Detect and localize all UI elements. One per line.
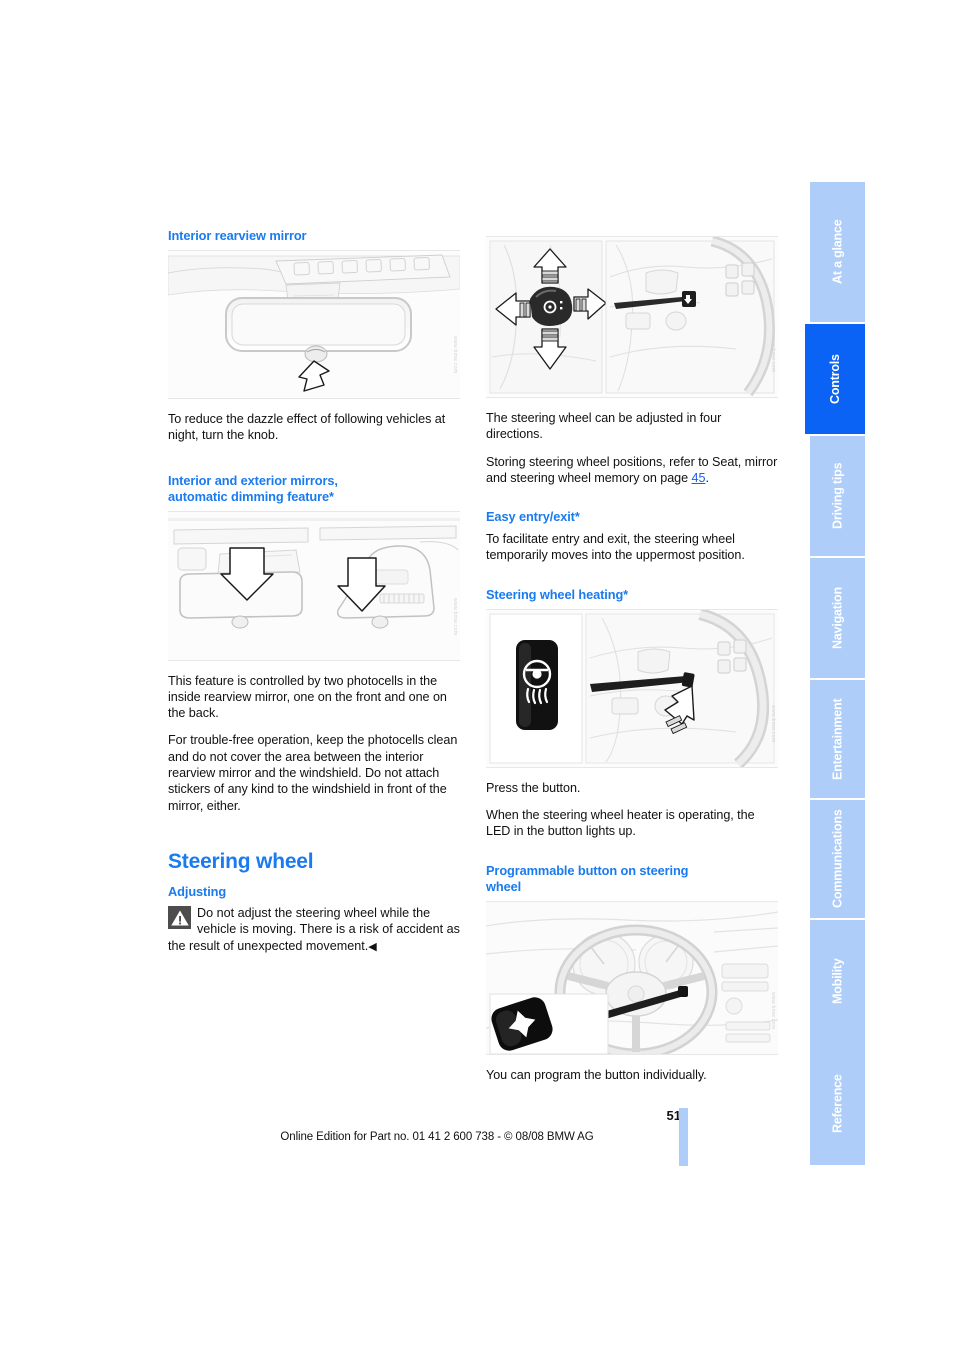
paragraph-rearview-mirror: To reduce the dazzle effect of following… bbox=[168, 411, 446, 443]
figure-interior-rearview-mirror: www.bmw.com bbox=[168, 249, 460, 399]
paragraph-adjust-directions: The steering wheel can be adjusted in fo… bbox=[486, 411, 722, 442]
heading-interior-rearview-mirror: Interior rearview mirror bbox=[168, 228, 307, 243]
sidebar-item-label: Mobility bbox=[830, 958, 845, 1005]
figure-watermark: www.bmw.com bbox=[452, 597, 458, 636]
illustration-steering-adjust bbox=[486, 237, 778, 397]
heading-adjusting: Adjusting bbox=[168, 884, 227, 900]
sidebar-item-label: At a glance bbox=[830, 219, 845, 285]
paragraph-storing-positions-period: . bbox=[705, 470, 709, 485]
heading-auto-dimming-line1: Interior and exterior mirrors, bbox=[168, 472, 338, 488]
paragraph-dimming-photocells: This feature is controlled by two photoc… bbox=[168, 673, 447, 721]
illustration-auto-dimming-mirrors bbox=[168, 511, 460, 660]
left-column: Interior rearview mirror www.bmw.com To … bbox=[168, 228, 460, 955]
warning-note: Do not adjust the steering wheel while t… bbox=[168, 905, 460, 955]
figure-watermark: www.bmw.com bbox=[770, 335, 776, 373]
heading-programmable-line1: Programmable button on steering bbox=[486, 862, 689, 878]
paragraph-storing-positions-text: Storing steering wheel positions, refer … bbox=[486, 454, 778, 485]
heading-auto-dimming-line2: automatic dimming feature* bbox=[168, 488, 334, 504]
figure-steering-wheel-heating: www.bmw.com bbox=[486, 608, 778, 768]
paragraph-easy-entry-exit: To facilitate entry and exit, the steeri… bbox=[486, 532, 745, 563]
edition-notice-text: Online Edition for Part no. 01 41 2 600 … bbox=[280, 1131, 594, 1143]
sidebar-item-label: Controls bbox=[828, 354, 842, 404]
heading-programmable-line2: wheel bbox=[486, 878, 522, 894]
sidebar-item-label: Navigation bbox=[830, 587, 845, 649]
illustration-programmable-button bbox=[486, 901, 778, 1054]
manual-page: Interior rearview mirror www.bmw.com To … bbox=[0, 0, 954, 1350]
heading-programmable-button: Programmable button on steering wheel bbox=[486, 863, 778, 895]
sidebar-item-navigation[interactable]: Navigation bbox=[810, 556, 865, 678]
sidebar-item-at-a-glance[interactable]: At a glance bbox=[810, 180, 865, 322]
warning-text: Do not adjust the steering wheel while t… bbox=[168, 906, 460, 953]
page-title-steering-wheel: Steering wheel bbox=[168, 849, 314, 873]
figure-watermark: www.bmw.com bbox=[452, 335, 458, 374]
warning-triangle-icon bbox=[168, 906, 191, 930]
figure-programmable-button: www.bmw.com bbox=[486, 900, 778, 1055]
illustration-rearview-mirror bbox=[168, 250, 460, 398]
figure-watermark: www.bmw.com bbox=[770, 991, 776, 1030]
illustration-wheel-heating bbox=[486, 609, 778, 767]
heading-easy-entry-exit: Easy entry/exit* bbox=[486, 509, 580, 525]
paragraph-dimming-maintenance: For trouble-free operation, keep the pho… bbox=[168, 733, 458, 813]
sidebar-item-entertainment[interactable]: Entertainment bbox=[810, 678, 865, 798]
figure-watermark: www.bmw.com bbox=[770, 704, 776, 743]
paragraph-heater-led: When the steering wheel heater is operat… bbox=[486, 808, 755, 839]
right-column: www.bmw.com The steering wheel can be ad… bbox=[486, 228, 778, 1083]
heading-steering-wheel-heating: Steering wheel heating* bbox=[486, 586, 629, 602]
page-number: 51 bbox=[666, 1108, 681, 1123]
paragraph-storing-positions: Storing steering wheel positions, refer … bbox=[486, 454, 778, 487]
paragraph-press-button: Press the button. bbox=[486, 780, 581, 795]
warning-endmark: ◀ bbox=[368, 940, 377, 953]
sidebar-item-label: Communications bbox=[830, 809, 845, 909]
sidebar-tabs: At a glance Controls Driving tips Naviga… bbox=[805, 180, 865, 1165]
figure-auto-dimming-mirrors: www.bmw.com bbox=[168, 510, 460, 661]
sidebar-item-label: Driving tips bbox=[830, 462, 845, 530]
sidebar-item-driving-tips[interactable]: Driving tips bbox=[810, 434, 865, 556]
heading-auto-dimming-mirrors: Interior and exterior mirrors, automatic… bbox=[168, 473, 460, 505]
sidebar-item-controls[interactable]: Controls bbox=[805, 322, 865, 434]
page-cross-reference-45[interactable]: 45 bbox=[692, 471, 706, 485]
sidebar-item-label: Reference bbox=[830, 1074, 845, 1134]
sidebar-item-communications[interactable]: Communications bbox=[810, 798, 865, 918]
sidebar-item-reference[interactable]: Reference bbox=[810, 1043, 865, 1165]
paragraph-program-button: You can program the button individually. bbox=[486, 1067, 707, 1082]
sidebar-item-label: Entertainment bbox=[830, 698, 845, 780]
sidebar-item-mobility[interactable]: Mobility bbox=[810, 918, 865, 1043]
figure-steering-wheel-adjust: www.bmw.com bbox=[486, 236, 778, 398]
